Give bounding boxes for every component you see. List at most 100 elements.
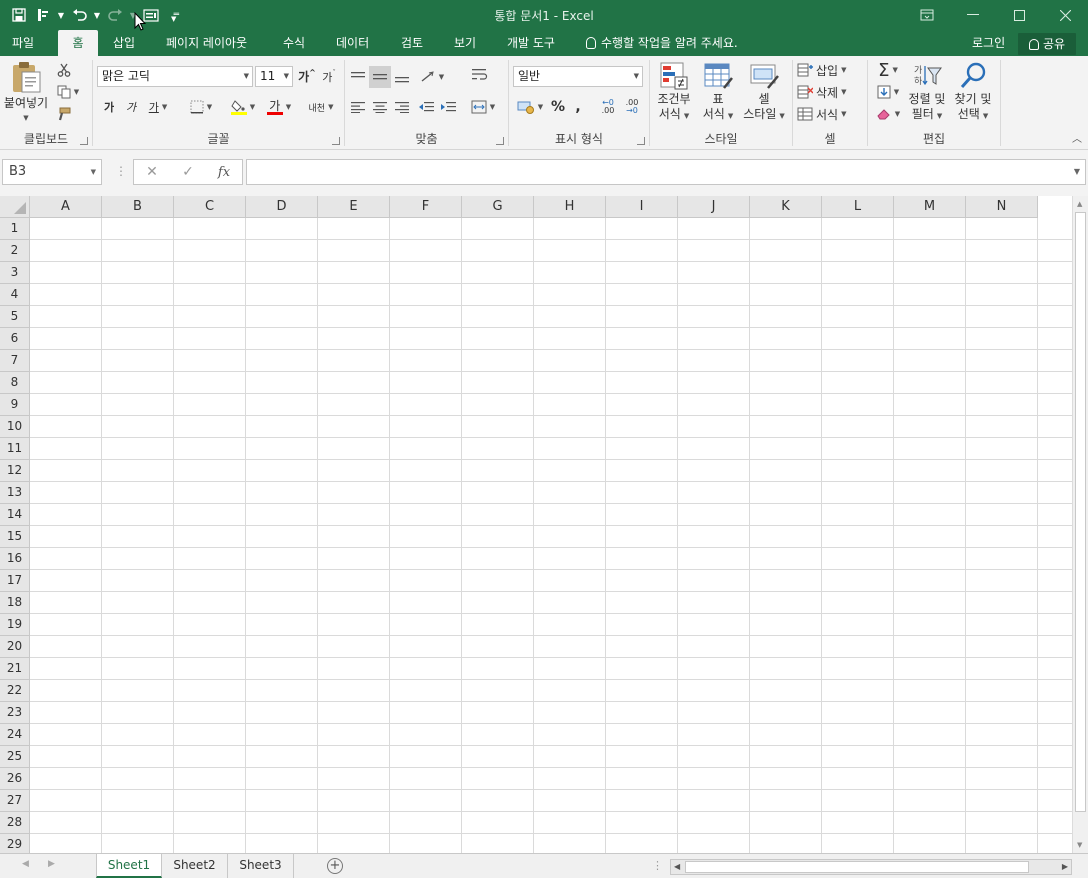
paste-button[interactable]: 붙여넣기 ▼	[2, 60, 50, 126]
row-header[interactable]: 13	[0, 482, 30, 504]
scroll-left-icon[interactable]: ◀	[674, 862, 680, 871]
tab-view[interactable]: 보기	[454, 30, 476, 56]
borders-button[interactable]: ▼	[185, 96, 217, 118]
row-header[interactable]: 27	[0, 790, 30, 812]
scroll-up-icon[interactable]: ▲	[1077, 200, 1082, 208]
fill-button[interactable]: ▼	[872, 82, 904, 102]
save-icon[interactable]	[8, 4, 30, 26]
row-header[interactable]: 19	[0, 614, 30, 636]
column-header[interactable]: B	[102, 196, 174, 218]
row-header[interactable]: 22	[0, 680, 30, 702]
column-header[interactable]: M	[894, 196, 966, 218]
sheet-tab-3[interactable]: Sheet3	[228, 854, 294, 878]
cut-icon[interactable]	[54, 60, 74, 80]
percent-style-button[interactable]: %	[549, 96, 567, 118]
close-icon[interactable]	[1042, 0, 1088, 30]
redo-icon[interactable]	[104, 4, 126, 26]
autosum-button[interactable]: Σ ▼	[872, 60, 904, 81]
tab-review[interactable]: 검토	[401, 30, 423, 56]
insert-cells-button[interactable]: 삽입 ▼	[797, 60, 863, 80]
accounting-format-button[interactable]: ▼	[513, 96, 547, 118]
tab-data[interactable]: 데이터	[336, 30, 369, 56]
row-header[interactable]: 14	[0, 504, 30, 526]
comma-style-button[interactable]: ,	[569, 96, 587, 118]
clipboard-launcher-icon[interactable]	[80, 137, 88, 145]
column-header[interactable]: F	[390, 196, 462, 218]
row-header[interactable]: 11	[0, 438, 30, 460]
enter-icon[interactable]: ✓	[170, 160, 206, 184]
undo-icon[interactable]	[68, 4, 90, 26]
tell-me-search[interactable]: 수행할 작업을 알려 주세요.	[586, 30, 738, 56]
row-header[interactable]: 16	[0, 548, 30, 570]
decrease-indent-icon[interactable]	[415, 96, 437, 118]
undo-dropdown-icon[interactable]: ▼	[92, 11, 102, 20]
tab-insert[interactable]: 삽입	[113, 30, 135, 56]
row-header[interactable]: 29	[0, 834, 30, 853]
tab-home[interactable]: 홈	[58, 30, 98, 56]
row-header[interactable]: 23	[0, 702, 30, 724]
row-header[interactable]: 12	[0, 460, 30, 482]
row-header[interactable]: 28	[0, 812, 30, 834]
align-middle-icon[interactable]	[369, 66, 391, 88]
sheet-prev-icon[interactable]: ◀	[22, 859, 29, 869]
align-bottom-icon[interactable]	[391, 66, 413, 88]
phonetic-button[interactable]: 내천 ▼	[303, 96, 339, 118]
expand-formula-bar-icon[interactable]: ▼	[1074, 167, 1080, 176]
row-header[interactable]: 4	[0, 284, 30, 306]
row-header[interactable]: 7	[0, 350, 30, 372]
row-header[interactable]: 3	[0, 262, 30, 284]
row-header[interactable]: 17	[0, 570, 30, 592]
column-header[interactable]: D	[246, 196, 318, 218]
tab-page-layout[interactable]: 페이지 레이아웃	[166, 30, 247, 56]
column-header[interactable]: C	[174, 196, 246, 218]
row-header[interactable]: 1	[0, 218, 30, 240]
increase-decimal-button[interactable]: ←0.00	[597, 96, 619, 118]
alignment-launcher-icon[interactable]	[496, 137, 504, 145]
italic-button[interactable]: 가	[121, 96, 141, 118]
row-header[interactable]: 8	[0, 372, 30, 394]
font-size-combobox[interactable]: 11 ▼	[255, 66, 293, 87]
share-button[interactable]: 공유	[1018, 33, 1076, 55]
tab-splitter[interactable]: ⋮	[652, 859, 663, 872]
row-header[interactable]: 6	[0, 328, 30, 350]
touch-mode-dropdown-icon[interactable]: ▼	[56, 11, 66, 20]
row-header[interactable]: 24	[0, 724, 30, 746]
number-launcher-icon[interactable]	[637, 137, 645, 145]
touch-mode-icon[interactable]	[32, 4, 54, 26]
ribbon-display-options-icon[interactable]	[904, 0, 950, 30]
select-all-button[interactable]	[0, 196, 30, 218]
row-header[interactable]: 18	[0, 592, 30, 614]
increase-indent-icon[interactable]	[437, 96, 459, 118]
sheet-next-icon[interactable]: ▶	[48, 859, 55, 869]
format-cells-button[interactable]: 서식 ▼	[797, 104, 863, 124]
column-header[interactable]: K	[750, 196, 822, 218]
font-color-button[interactable]: 가 ▼	[263, 96, 295, 118]
merge-center-button[interactable]: ▼	[467, 96, 499, 118]
scroll-down-icon[interactable]: ▼	[1077, 841, 1082, 849]
align-left-icon[interactable]	[347, 96, 369, 118]
column-header[interactable]: L	[822, 196, 894, 218]
bold-button[interactable]: 가	[99, 96, 119, 118]
collapse-ribbon-icon[interactable]: ︿	[1072, 130, 1082, 145]
row-header[interactable]: 9	[0, 394, 30, 416]
row-header[interactable]: 10	[0, 416, 30, 438]
row-header[interactable]: 21	[0, 658, 30, 680]
add-sheet-icon[interactable]: +	[327, 858, 343, 874]
column-header[interactable]: G	[462, 196, 534, 218]
fill-color-button[interactable]: ▼	[227, 96, 259, 118]
horizontal-scrollbar[interactable]: ◀ ▶	[670, 859, 1072, 875]
tab-file[interactable]: 파일	[12, 30, 34, 56]
cancel-icon[interactable]: ✕	[134, 160, 170, 184]
clear-button[interactable]: ▼	[872, 104, 904, 124]
decrease-decimal-button[interactable]: .00 →0	[621, 96, 643, 118]
row-header[interactable]: 2	[0, 240, 30, 262]
insert-function-button[interactable]: fx	[206, 160, 242, 184]
name-box[interactable]: B3 ▼	[2, 159, 102, 185]
tab-formulas[interactable]: 수식	[283, 30, 305, 56]
row-header[interactable]: 26	[0, 768, 30, 790]
grow-font-button[interactable]: 가 ^	[297, 66, 317, 87]
shrink-font-button[interactable]: 가ˇ	[319, 66, 339, 87]
scroll-right-icon[interactable]: ▶	[1062, 862, 1068, 871]
login-link[interactable]: 로그인	[972, 30, 1005, 56]
sheet-tab-2[interactable]: Sheet2	[162, 854, 228, 878]
